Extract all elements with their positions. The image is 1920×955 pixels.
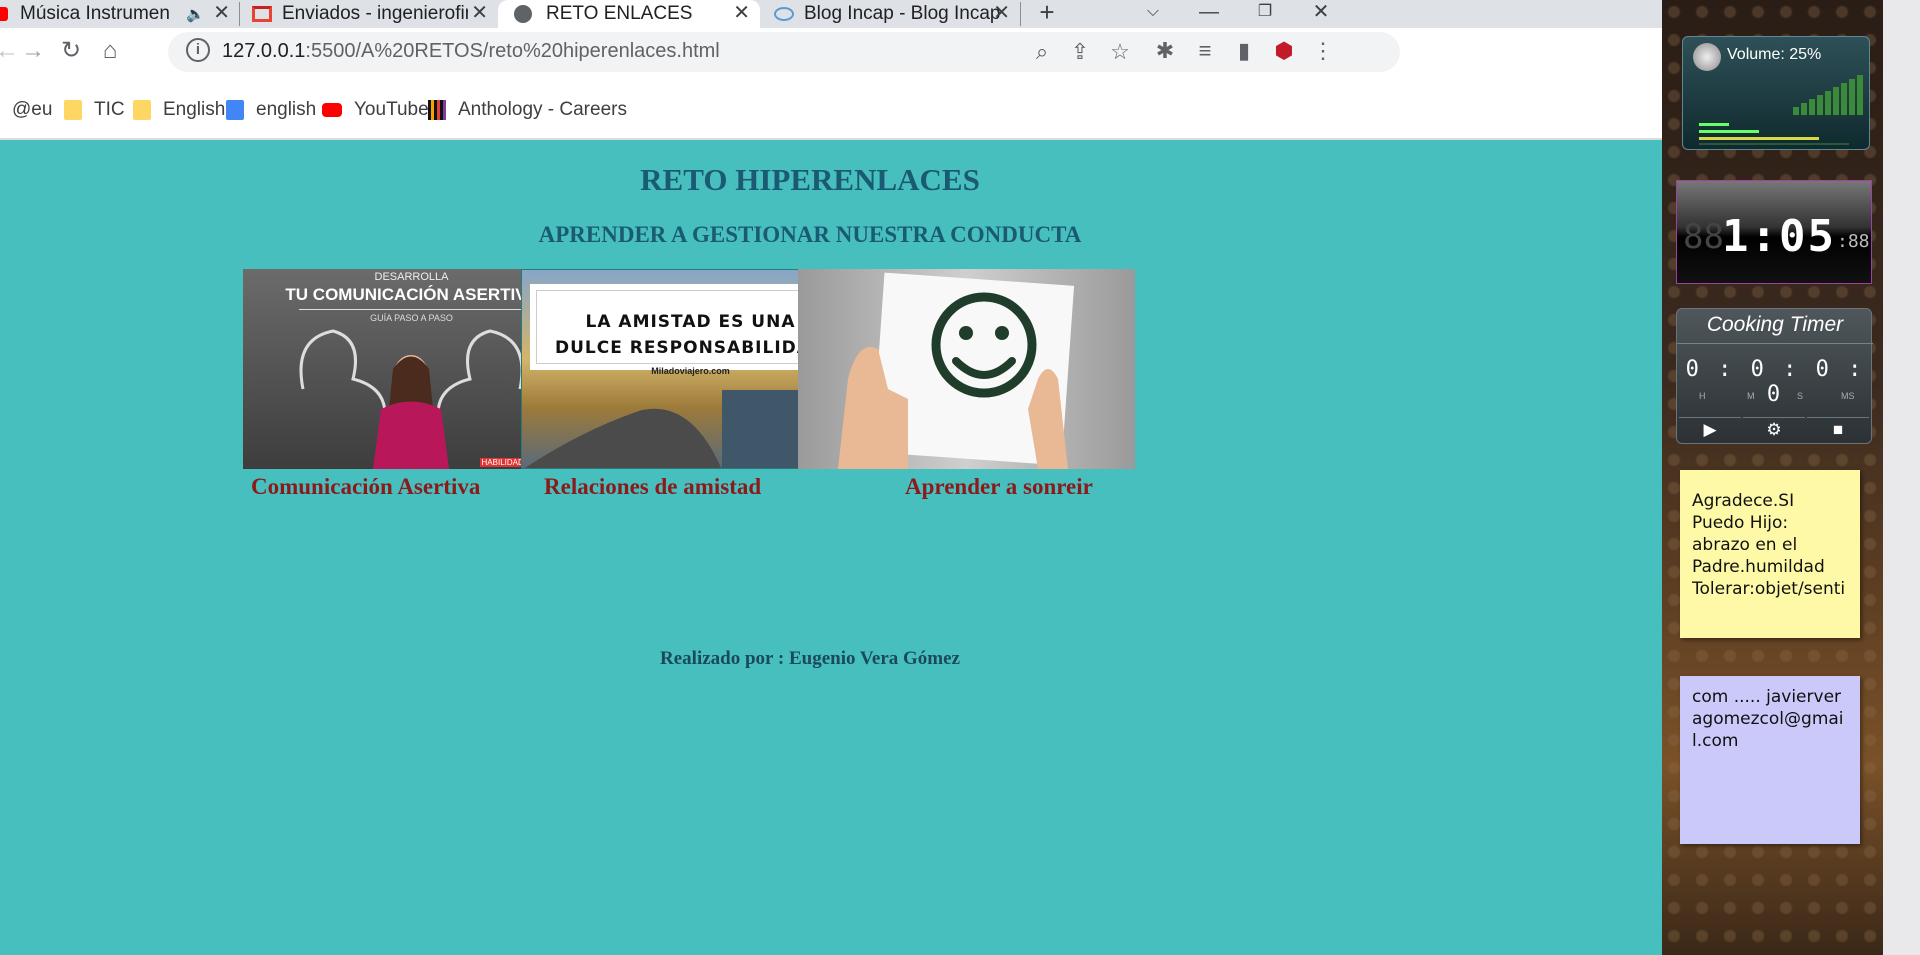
bookmark-eu[interactable]: @eu <box>12 98 52 122</box>
bookmark-label: English <box>163 99 226 120</box>
bookmark-star-icon[interactable]: ☆ <box>1106 38 1134 66</box>
close-tab-icon[interactable]: ✕ <box>993 0 1010 25</box>
home-button[interactable]: ⌂ <box>95 36 125 66</box>
gear-icon[interactable]: ⚙ <box>1743 417 1805 441</box>
url-text[interactable]: 127.0.0.1:5500/A%20RETOS/reto%20hiperenl… <box>222 40 720 63</box>
globe-icon <box>514 5 532 23</box>
restore-button[interactable]: ❐ <box>1245 0 1285 28</box>
desktop-edge <box>1883 0 1920 955</box>
bookmark-english-folder[interactable]: English <box>133 98 225 122</box>
link-comunicacion-asertiva[interactable]: Comunicación Asertiva <box>251 474 480 500</box>
clock-time: 1:05 <box>1722 211 1836 262</box>
extension-icon[interactable]: ⬢ <box>1269 36 1299 66</box>
share-icon[interactable]: ⇪ <box>1066 38 1094 66</box>
new-tab-button[interactable]: + <box>1027 0 1067 28</box>
speaker-icon[interactable]: 🔈 <box>186 5 205 23</box>
incap-icon <box>774 7 794 21</box>
folder-icon <box>133 100 151 120</box>
bookmark-label: @eu <box>12 99 53 120</box>
timer-unit: H <box>1699 391 1706 401</box>
timer-divider <box>1677 343 1873 344</box>
tab-title: Música Instrumental Cri <box>20 3 170 24</box>
bookmark-label: english <box>256 99 317 120</box>
media-control-icon[interactable]: ≡ <box>1190 36 1220 66</box>
bookmark-youtube[interactable]: YouTube <box>322 98 429 122</box>
bookmarks-bar: @eu TIC English english YouTube Antholog… <box>0 74 1662 140</box>
forward-button[interactable]: → <box>18 36 48 66</box>
volume-meter <box>1699 75 1863 145</box>
folder-icon <box>64 100 82 120</box>
clock-seconds: :88 <box>1837 231 1870 252</box>
clock-dim-digits: 88 <box>1683 217 1724 257</box>
stop-icon[interactable]: ■ <box>1807 417 1869 441</box>
tab-gmail[interactable]: Enviados - ingenierofinancie ✕ <box>240 0 498 28</box>
browser-toolbar: ← → ↻ ⌂ i 127.0.0.1:5500/A%20RETOS/reto%… <box>0 28 1662 74</box>
timer-title: Cooking Timer <box>1706 313 1844 336</box>
gmail-icon <box>252 6 272 22</box>
timer-unit: MS <box>1841 391 1855 401</box>
reload-button[interactable]: ↻ <box>56 36 86 66</box>
extensions-icon[interactable]: ✱ <box>1150 36 1180 66</box>
tab-bar: Música Instrumental Cri 🔈 ✕ Enviados - i… <box>0 0 1662 28</box>
tab-reto-enlaces[interactable]: RETO ENLACES ✕ <box>498 0 760 28</box>
youtube-icon <box>322 103 342 117</box>
play-icon[interactable]: ▶ <box>1679 417 1741 441</box>
tab-title: Blog Incap - Blog Incap <box>804 3 1001 24</box>
side-panel-icon[interactable]: ▮ <box>1229 36 1259 66</box>
page-subtitle: APRENDER A GESTIONAR NUESTRA CONDUCTA <box>538 222 1082 247</box>
screen: Música Instrumental Cri 🔈 ✕ Enviados - i… <box>0 0 1920 955</box>
tab-title: Enviados - ingenierofinancie <box>282 3 468 24</box>
close-tab-icon[interactable]: ✕ <box>213 0 230 25</box>
smiley-sign-illustration <box>838 272 1075 469</box>
menu-icon[interactable]: ⋮ <box>1308 36 1338 66</box>
sticky-note-blue[interactable]: com ..... javierveragomezcol@gmail.com <box>1680 676 1860 844</box>
translate-icon <box>226 100 244 120</box>
page-title: RETO HIPERENLACES <box>640 162 980 197</box>
tab-title: RETO ENLACES <box>546 3 693 24</box>
timer-unit: M <box>1747 391 1755 401</box>
bookmark-english-translate[interactable]: english <box>226 98 316 122</box>
youtube-icon <box>0 7 8 21</box>
bookmark-anthology[interactable]: Anthology - Careers <box>428 98 627 122</box>
site-info-icon[interactable]: i <box>186 38 210 62</box>
tab-blog-incap[interactable]: Blog Incap - Blog Incap ✕ <box>760 0 1020 28</box>
bookmark-label: YouTube <box>354 99 429 120</box>
volume-gadget[interactable]: Volume: 25% <box>1682 36 1870 150</box>
link-aprender-a-sonreir[interactable]: Aprender a sonreir <box>905 474 1093 500</box>
bookmark-tic[interactable]: TIC <box>64 98 125 122</box>
close-tab-icon[interactable]: ✕ <box>733 0 750 25</box>
clock-gadget[interactable]: 88 1:05 :88 <box>1676 180 1872 284</box>
link-relaciones-de-amistad[interactable]: Relaciones de amistad <box>544 474 761 500</box>
browser-window: Música Instrumental Cri 🔈 ✕ Enviados - i… <box>0 0 1662 955</box>
page-viewport: RETO HIPERENLACES APRENDER A GESTIONAR N… <box>0 142 1662 955</box>
anthology-icon <box>428 100 446 120</box>
tab-musica[interactable]: Música Instrumental Cri 🔈 ✕ <box>0 0 240 28</box>
sonreir-image[interactable] <box>798 269 1135 469</box>
tab-separator <box>1020 2 1021 26</box>
close-tab-icon[interactable]: ✕ <box>471 0 488 25</box>
tab-search-icon[interactable]: ⌵ <box>1133 0 1173 28</box>
cooking-timer-gadget[interactable]: Cooking Timer 0 : 0 : 0 : 0 H M S MS ▶ ⚙… <box>1676 308 1873 444</box>
bookmark-label: Anthology - Careers <box>458 99 627 120</box>
minimize-button[interactable]: — <box>1189 0 1229 28</box>
zoom-icon[interactable]: ⌕ <box>1028 38 1056 66</box>
author-credit: Realizado por : Eugenio Vera Gómez <box>660 648 960 669</box>
bookmark-label: TIC <box>94 99 125 120</box>
close-window-button[interactable]: ✕ <box>1301 0 1341 28</box>
sticky-note-yellow[interactable]: Agradece.SI Puedo Hijo: abrazo en el Pad… <box>1680 470 1860 638</box>
timer-unit: S <box>1797 391 1804 401</box>
